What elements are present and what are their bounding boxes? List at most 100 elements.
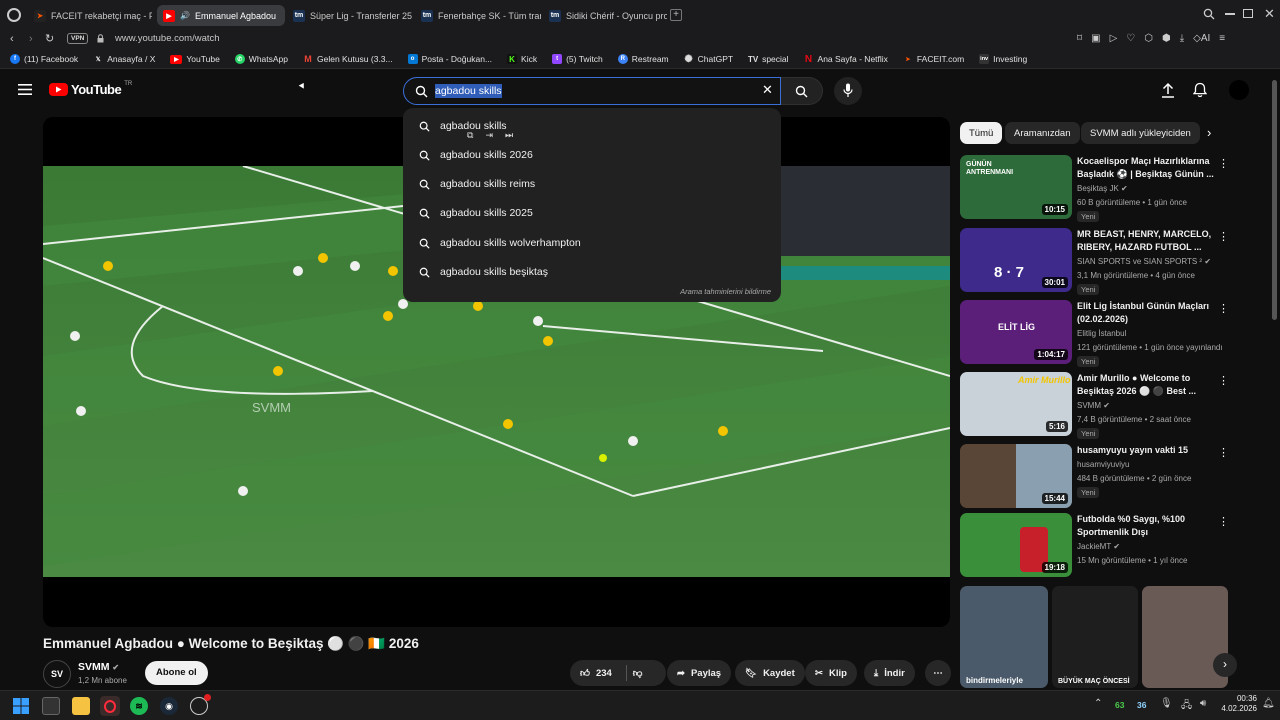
short-thumbnail[interactable]: BÜYÜK MAÇ ÖNCESİ [1052,586,1138,688]
notifications-bell-icon[interactable] [1193,82,1207,98]
tab-transfermarkt-sidiki[interactable]: tm Sidiki Chérif - Oyuncu prof [543,5,667,26]
video-thumbnail[interactable]: GÜNÜN ANTRENMANI 10:15 [960,155,1072,219]
shorts-next-icon[interactable]: › [1213,653,1237,677]
channel-name[interactable]: husamviyuviyu [1077,460,1129,469]
bookmark-facebook[interactable]: f (11) Facebook [10,54,78,64]
subscribe-button[interactable]: Abone ol [145,661,208,685]
back-icon[interactable]: ‹ [10,33,14,45]
notification-bell-icon[interactable]: 🔔︎ [1262,698,1275,709]
channel-name[interactable]: Beşiktaş JK ✔ [1077,184,1128,193]
download-icon[interactable]: ⤓ [1180,33,1184,44]
search-tabs-icon[interactable] [1203,8,1215,20]
channel-name[interactable]: JackieMT ✔ [1077,542,1120,551]
clip-button[interactable]: ✂ Klip [805,660,857,686]
network-icon[interactable]: 🖧︎ [1181,698,1192,715]
settings-gear-icon[interactable] [190,694,211,715]
upload-icon[interactable] [1161,82,1175,98]
more-options-icon[interactable]: ⋮ [1218,515,1229,529]
picture-in-picture-icon[interactable]: ⧉ [467,130,473,141]
opera-browser-icon[interactable] [100,696,120,716]
more-options-icon[interactable]: ⋮ [1218,157,1229,171]
channel-name[interactable]: SIAN SPORTS ve SIAN SPORTS ² ✔ [1077,257,1211,266]
heart-icon[interactable]: ♡ [1126,33,1135,44]
video-title[interactable]: MR BEAST, HENRY, MARCELO, RIBERY, HAZARD… [1077,228,1215,253]
tray-counter-blue[interactable]: 36 [1137,700,1146,710]
menu-icon[interactable]: ≡ [1219,33,1225,44]
video-title[interactable]: Amir Murillo ● Welcome to Beşiktaş 2026 … [1077,372,1215,397]
spotify-icon[interactable]: ≋ [130,697,148,715]
video-title[interactable]: Kocaelispor Maçı Hazırlıklarına Başladık… [1077,155,1215,180]
more-options-icon[interactable]: ⋮ [1218,374,1229,388]
share-button[interactable]: ➦ Paylaş [667,660,732,686]
aria-ai-icon[interactable]: ◇AI [1193,33,1210,44]
related-video[interactable]: GÜNÜN ANTRENMANI 10:15 Kocaelispor Maçı … [960,155,1260,222]
suggestion-item[interactable]: agbadou skills wolverhampton [403,232,781,254]
search-input[interactable]: agbadou skills [435,84,502,98]
reload-icon[interactable]: ↻ [45,32,54,45]
video-title[interactable]: Futbolda %0 Saygı, %100 Sportmenlik Dışı [1077,513,1215,538]
extensions-icon[interactable]: ⬡ [1144,33,1153,44]
related-video[interactable]: 19:18 Futbolda %0 Saygı, %100 Sportmenli… [960,513,1260,577]
steam-icon[interactable]: ◉ [160,697,178,715]
bookmark-chatgpt[interactable]: ✺ ChatGPT [684,54,733,65]
more-options-icon[interactable]: ⋮ [1218,302,1229,316]
exit-icon[interactable]: ⇥ [485,130,493,141]
channel-name[interactable]: Elitlig İstanbul [1077,329,1126,338]
video-title[interactable]: husamyuyu yayın vakti 15 [1077,444,1215,457]
related-video[interactable]: ELİT LİG 1:04:17 Elit Lig İstanbul Günün… [960,300,1260,367]
search-button[interactable] [781,77,823,105]
speaker-icon[interactable]: 🔊 [180,11,190,20]
report-predictions-link[interactable]: Arama tahminlerini bildirme [680,287,771,296]
snapshot-icon[interactable]: ▣ [1091,33,1100,44]
task-view-icon[interactable] [42,697,60,715]
microphone-tray-icon[interactable]: 🎙︎ [1160,698,1173,709]
suggestion-item[interactable]: agbadou skills beşiktaş [403,261,781,283]
video-thumbnail[interactable]: ELİT LİG 1:04:17 [960,300,1072,364]
windows-start-icon[interactable] [12,697,30,715]
bookmark-netflix[interactable]: N Ana Sayfa - Netflix [804,54,888,65]
video-thumbnail[interactable]: 15:44 [960,444,1072,508]
tab-transfermarkt-superlig[interactable]: tm Süper Lig - Transferler 25 [287,5,413,26]
restore-icon[interactable] [1243,9,1253,18]
opera-menu-icon[interactable] [7,8,21,22]
related-video[interactable]: 15:44 husamyuyu yayın vakti 15 husamviyu… [960,444,1260,508]
suggestion-item[interactable]: agbadou skills [403,115,781,137]
bookmark-twitch[interactable]: t (5) Twitch [552,54,603,64]
bookmark-gmail[interactable]: M Gelen Kutusu (3.3... [303,54,392,64]
bookmark-outlook[interactable]: o Posta - Doğukan... [407,54,492,64]
channel-avatar[interactable]: SV [43,660,71,688]
chip-from-uploader[interactable]: SVMM adlı yükleyiciden [1081,122,1200,144]
tab-youtube-active[interactable]: ▶ 🔊 Emmanuel Agbadou [157,5,285,26]
file-explorer-icon[interactable] [72,697,90,715]
hamburger-menu-icon[interactable] [18,84,32,95]
related-video[interactable]: Amir Murillo 5:16 Amir Murillo ● Welcome… [960,372,1260,439]
youtube-logo[interactable]: YouTube TR [49,81,132,97]
tab-faceit[interactable]: ➤ FACEIT rekabetçi maç - FA [28,5,152,26]
chip-from-search[interactable]: Aramanızdan [1005,122,1080,144]
more-actions-button[interactable]: ⋯ [925,660,951,686]
video-thumbnail[interactable]: 19:18 [960,513,1072,577]
tab-transfermarkt-fenerbahce[interactable]: tm Fenerbahçe SK - Tüm tran [415,5,541,26]
video-thumbnail[interactable]: 8 · 7 30:01 [960,228,1072,292]
bookmark-investing[interactable]: inv Investing [979,54,1027,64]
suggestion-item[interactable]: agbadou skills 2026 [403,144,781,166]
new-tab-plus-icon[interactable]: + [670,9,682,21]
search-box[interactable]: agbadou skills ✕ [403,77,781,105]
volume-icon[interactable]: 🔊︎ [1200,698,1206,709]
bookmark-faceit[interactable]: ➤ FACEIT.com [903,54,964,64]
page-scrollbar[interactable] [1272,80,1277,320]
thumbs-down-icon[interactable]: 👎︎ [633,667,643,679]
clear-search-icon[interactable]: ✕ [762,82,773,98]
forward-icon[interactable]: › [29,33,33,45]
suggestion-item[interactable]: agbadou skills 2025 [403,202,781,224]
bookmark-x[interactable]: 𝕏 Anasayfa / X [93,54,156,64]
bookmark-whatsapp[interactable]: ✆ WhatsApp [234,54,288,64]
account-avatar[interactable] [1229,80,1249,100]
bookmark-restream[interactable]: R Restream [617,54,669,64]
chip-all[interactable]: Tümü [960,122,1003,144]
bookmark-page-icon[interactable]: ⌑ [1077,33,1082,44]
suggestion-item[interactable]: agbadou skills reims [403,173,781,195]
tray-overflow-icon[interactable]: ⌃ [1094,698,1102,709]
short-thumbnail[interactable]: bindirmeleriyle [960,586,1048,688]
player-icon[interactable]: ▷ [1110,33,1118,44]
